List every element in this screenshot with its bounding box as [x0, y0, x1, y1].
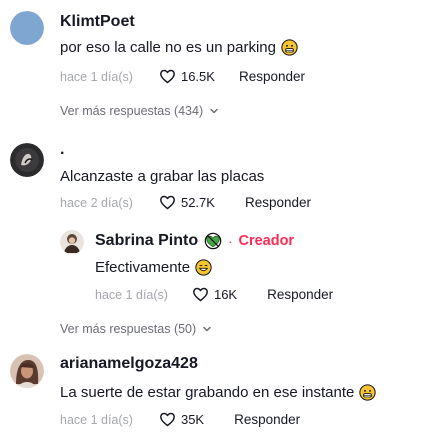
comment-text: por eso la calle no es un parking	[60, 39, 298, 56]
comment-username[interactable]: arianamelgoza428	[60, 355, 198, 373]
separator-dot: ·	[228, 233, 233, 249]
reply-text-content: Efectivamente	[95, 259, 191, 276]
comment-username[interactable]: KlimtPoet	[60, 13, 135, 31]
chevron-down-icon	[210, 108, 218, 114]
no-sign-heart-icon	[204, 232, 222, 250]
comment-time: hace 1 día(s)	[60, 69, 133, 84]
reply-button[interactable]: Responder	[267, 287, 333, 302]
view-more-replies[interactable]: Ver más respuestas (434)	[60, 104, 219, 118]
reply-button[interactable]: Responder	[245, 195, 311, 210]
comment-item: KlimtPoet por eso la calle no es un park…	[0, 0, 433, 130]
reply-text: Efectivamente	[95, 259, 212, 276]
comment-time: hace 2 día(s)	[60, 195, 133, 210]
like-count: 16K	[213, 287, 238, 302]
comment-text-content: La suerte de estar grabando en ese insta…	[60, 384, 355, 401]
comment-meta: hace 1 día(s) 16.5K Responder	[60, 68, 305, 85]
comment-time: hace 1 día(s)	[60, 412, 133, 427]
reply-username[interactable]: Sabrina Pinto	[95, 232, 198, 250]
like-button[interactable]: 16.5K	[159, 68, 215, 85]
reply-button[interactable]: Responder	[234, 412, 300, 427]
creator-badge: Creador	[238, 233, 295, 249]
comment-text: La suerte de estar grabando en ese insta…	[60, 384, 377, 401]
like-count: 16.5K	[180, 69, 215, 84]
like-button[interactable]: 16K	[192, 286, 237, 303]
avatar[interactable]	[10, 143, 44, 177]
like-count: 35K	[180, 412, 205, 427]
grimace-emoji	[359, 384, 377, 401]
view-more-replies-label: Ver más respuestas (434)	[60, 104, 204, 118]
reply-header: Sabrina Pinto · Creador	[95, 232, 294, 250]
comment-text: Alcanzaste a grabar las placas	[60, 168, 264, 185]
chevron-down-icon	[203, 326, 211, 332]
comment-meta: hace 1 día(s) 35K Responder	[60, 411, 300, 428]
reply-meta: hace 1 día(s) 16K Responder	[95, 286, 333, 303]
avatar[interactable]	[10, 11, 44, 45]
comment-item: . Alcanzaste a grabar las placas hace 2 …	[0, 130, 433, 340]
like-button[interactable]: 35K	[159, 411, 204, 428]
heart-icon	[159, 69, 175, 84]
grin-emoji	[195, 259, 212, 276]
avatar[interactable]	[60, 230, 84, 254]
reply-button[interactable]: Responder	[239, 69, 305, 84]
heart-icon	[159, 412, 175, 427]
comment-meta: hace 2 día(s) 52.7K Responder	[60, 194, 311, 211]
comment-text-content: por eso la calle no es un parking	[60, 39, 276, 56]
like-count: 52.7K	[180, 195, 215, 210]
view-more-replies-label: Ver más respuestas (50)	[60, 322, 197, 336]
reply-time: hace 1 día(s)	[95, 287, 168, 302]
view-more-replies[interactable]: Ver más respuestas (50)	[60, 322, 212, 336]
heart-icon	[159, 195, 175, 210]
comment-username[interactable]: .	[60, 141, 64, 159]
comment-text-content: Alcanzaste a grabar las placas	[60, 168, 265, 185]
avatar[interactable]	[10, 354, 44, 388]
grimace-emoji	[281, 39, 298, 56]
like-button[interactable]: 52.7K	[159, 194, 215, 211]
comment-item: arianamelgoza428 La suerte de estar grab…	[0, 340, 433, 434]
heart-icon	[192, 287, 208, 302]
